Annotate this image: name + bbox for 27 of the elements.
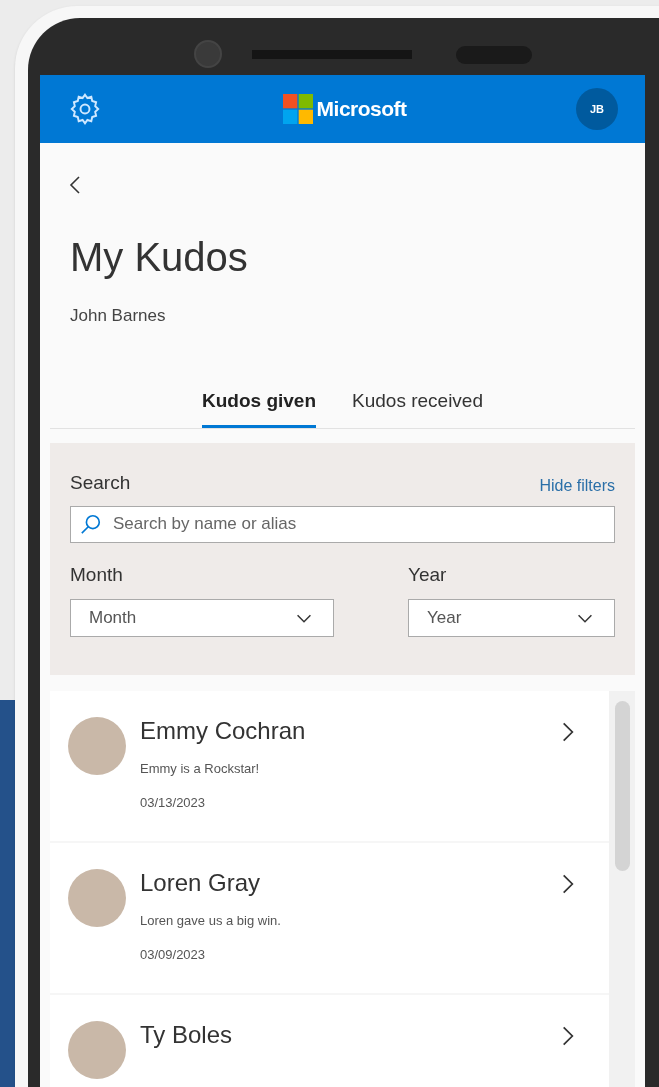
kudos-message: Loren gave us a big win.: [140, 912, 282, 930]
brand-name: Microsoft: [316, 96, 407, 123]
kudos-date: 03/09/2023: [140, 945, 207, 964]
dropdown-label: Month: [70, 562, 124, 587]
person-name: Emmy Cochran: [140, 716, 307, 746]
kudos-card[interactable]: Ty Boles: [50, 995, 609, 1087]
logo-icon: [282, 94, 313, 124]
tab[interactable]: Kudos received: [352, 386, 483, 428]
scrollbar-thumb[interactable]: [614, 701, 630, 871]
kudos-date: 03/13/2023: [140, 793, 207, 812]
user-name: John Barnes: [70, 305, 167, 327]
dropdown[interactable]: Year: [408, 599, 615, 637]
page-title: My Kudos: [70, 237, 249, 277]
search-label: Search: [70, 471, 131, 495]
person-name: Loren Gray: [140, 868, 262, 898]
avatar-button[interactable]: JB: [576, 88, 618, 130]
kudos-message: Emmy is a Rockstar!: [140, 760, 261, 778]
dropdown[interactable]: Month: [70, 599, 334, 637]
search-icon: [80, 512, 102, 535]
search-field[interactable]: Search by name or alias: [70, 505, 615, 543]
kudos-card[interactable]: Emmy Cochran Emmy is a Rockstar! 03/13/2023: [50, 691, 609, 841]
person-name: Ty Boles: [140, 1020, 234, 1050]
kudos-card[interactable]: Loren Gray Loren gave us a big win. 03/09/2023: [50, 843, 609, 993]
tab[interactable]: Kudos given: [202, 386, 316, 428]
dropdown-label: Year: [408, 562, 448, 587]
hide-filters-link[interactable]: Hide filters: [539, 473, 615, 498]
camera-icon: [194, 40, 222, 68]
